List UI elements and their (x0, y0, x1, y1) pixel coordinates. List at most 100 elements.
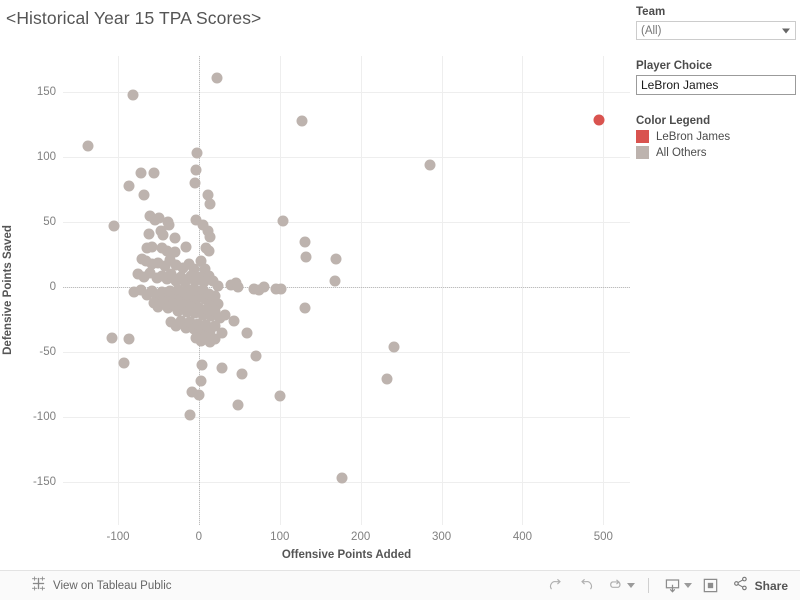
x-axis-title: Offensive Points Added (281, 549, 412, 561)
revert-dropdown-button[interactable] (626, 583, 635, 588)
scatter-point[interactable] (593, 114, 605, 126)
bottom-toolbar: View on Tableau Public Share (0, 570, 800, 600)
scatter-point[interactable] (330, 253, 342, 265)
team-filter-value: (All) (641, 24, 662, 37)
legend-item-label: All Others (656, 146, 707, 159)
scatter-point[interactable] (277, 215, 289, 227)
y-axis-title: Defensive Points Saved (2, 225, 14, 355)
gridline-vertical (603, 56, 605, 525)
team-filter: Team (All) (636, 6, 796, 40)
gridline-horizontal (63, 417, 630, 419)
gridline-vertical (118, 56, 119, 525)
player-choice-filter: Player Choice LeBron James (636, 60, 796, 95)
x-axis-tick-label: 300 (431, 531, 452, 543)
scatter-point[interactable] (216, 362, 228, 374)
x-axis-tick-label: 500 (593, 531, 613, 543)
player-choice-label: Player Choice (636, 60, 713, 72)
scatter-point[interactable] (157, 229, 169, 241)
gridline-vertical (522, 56, 524, 525)
scatter-point[interactable] (148, 167, 160, 179)
scatter-point[interactable] (184, 409, 196, 421)
scatter-point[interactable] (212, 280, 224, 292)
y-axis-tick-label: -150 (32, 476, 56, 489)
scatter-point[interactable] (228, 315, 240, 327)
scatter-point[interactable] (258, 281, 270, 293)
scatter-point[interactable] (191, 147, 203, 159)
scatter-point[interactable] (82, 140, 94, 152)
y-axis-tick-label: 100 (36, 151, 56, 164)
plot-area[interactable] (63, 56, 630, 525)
legend-item-all-others[interactable]: All Others (636, 146, 796, 159)
scatter-point[interactable] (232, 399, 244, 411)
scatter-point[interactable] (108, 220, 120, 232)
view-on-tableau-public-link[interactable]: View on Tableau Public (31, 576, 172, 596)
x-axis-tick-label: 200 (351, 531, 371, 543)
download-dropdown-button[interactable] (683, 583, 692, 588)
scatter-point[interactable] (424, 159, 436, 171)
scatter-point[interactable] (195, 375, 207, 387)
scatter-point[interactable] (211, 72, 223, 84)
fullscreen-button[interactable] (696, 574, 726, 598)
scatter-point[interactable] (329, 275, 341, 287)
x-axis-tick-label: 0 (195, 531, 203, 543)
scatter-chart: Offensive Points Added Defensive Points … (0, 30, 630, 565)
scatter-point[interactable] (250, 350, 261, 362)
scatter-point[interactable] (190, 164, 202, 176)
scatter-point[interactable] (143, 228, 155, 240)
scatter-point[interactable] (106, 332, 118, 344)
y-axis-tick-label: -100 (32, 411, 56, 424)
scatter-point[interactable] (300, 251, 312, 263)
scatter-point[interactable] (196, 359, 208, 371)
scatter-point[interactable] (135, 167, 147, 179)
scatter-point[interactable] (388, 341, 400, 353)
share-button[interactable]: Share (732, 575, 788, 597)
scatter-point[interactable] (169, 232, 181, 244)
tableau-dashboard: <Historical Year 15 TPA Scores> Offensiv… (0, 0, 800, 570)
scatter-point[interactable] (204, 231, 216, 243)
chevron-down-icon (782, 28, 790, 33)
undo-button[interactable] (571, 574, 601, 598)
scatter-point[interactable] (189, 177, 201, 189)
gridline-vertical (360, 56, 362, 525)
legend-item-label: LeBron James (656, 130, 731, 143)
share-icon (732, 575, 749, 597)
scatter-point[interactable] (274, 390, 286, 402)
scatter-point[interactable] (123, 333, 135, 345)
scatter-point[interactable] (381, 373, 393, 385)
legend-swatch (636, 130, 649, 143)
redo-button[interactable] (541, 574, 571, 598)
scatter-point[interactable] (209, 333, 221, 345)
y-axis-tick-label: -50 (39, 346, 56, 359)
team-filter-label: Team (636, 6, 666, 18)
scatter-point[interactable] (186, 386, 198, 398)
scatter-point[interactable] (299, 236, 311, 248)
panel-spacer-2 (636, 95, 796, 115)
scatter-point[interactable] (127, 89, 139, 101)
gridline-horizontal (63, 92, 630, 94)
view-on-tableau-public-label: View on Tableau Public (53, 579, 172, 592)
scatter-point[interactable] (296, 115, 308, 127)
color-legend: Color Legend LeBron James All Others (636, 115, 796, 159)
scatter-point[interactable] (204, 198, 216, 210)
scatter-point[interactable] (123, 180, 135, 192)
gridline-horizontal (63, 482, 630, 484)
player-choice-input[interactable]: LeBron James (636, 75, 796, 95)
x-axis-tick-label: -100 (106, 531, 130, 543)
legend-item-lebron-james[interactable]: LeBron James (636, 130, 796, 143)
x-axis-tick-label: 400 (512, 531, 533, 543)
scatter-point[interactable] (236, 368, 248, 380)
scatter-point[interactable] (203, 245, 215, 257)
y-axis-tick-label: 150 (36, 86, 56, 99)
scatter-point[interactable] (138, 189, 150, 201)
scatter-point[interactable] (180, 241, 192, 253)
scatter-point[interactable] (232, 281, 244, 293)
scatter-point[interactable] (336, 472, 348, 484)
scatter-point[interactable] (299, 302, 311, 314)
scatter-point[interactable] (118, 357, 130, 369)
scatter-point[interactable] (241, 327, 253, 339)
page-title: <Historical Year 15 TPA Scores> (6, 8, 262, 28)
toolbar-actions: Share (541, 574, 788, 598)
scatter-point[interactable] (146, 241, 158, 253)
scatter-point[interactable] (275, 283, 287, 295)
team-filter-dropdown[interactable]: (All) (636, 21, 796, 40)
